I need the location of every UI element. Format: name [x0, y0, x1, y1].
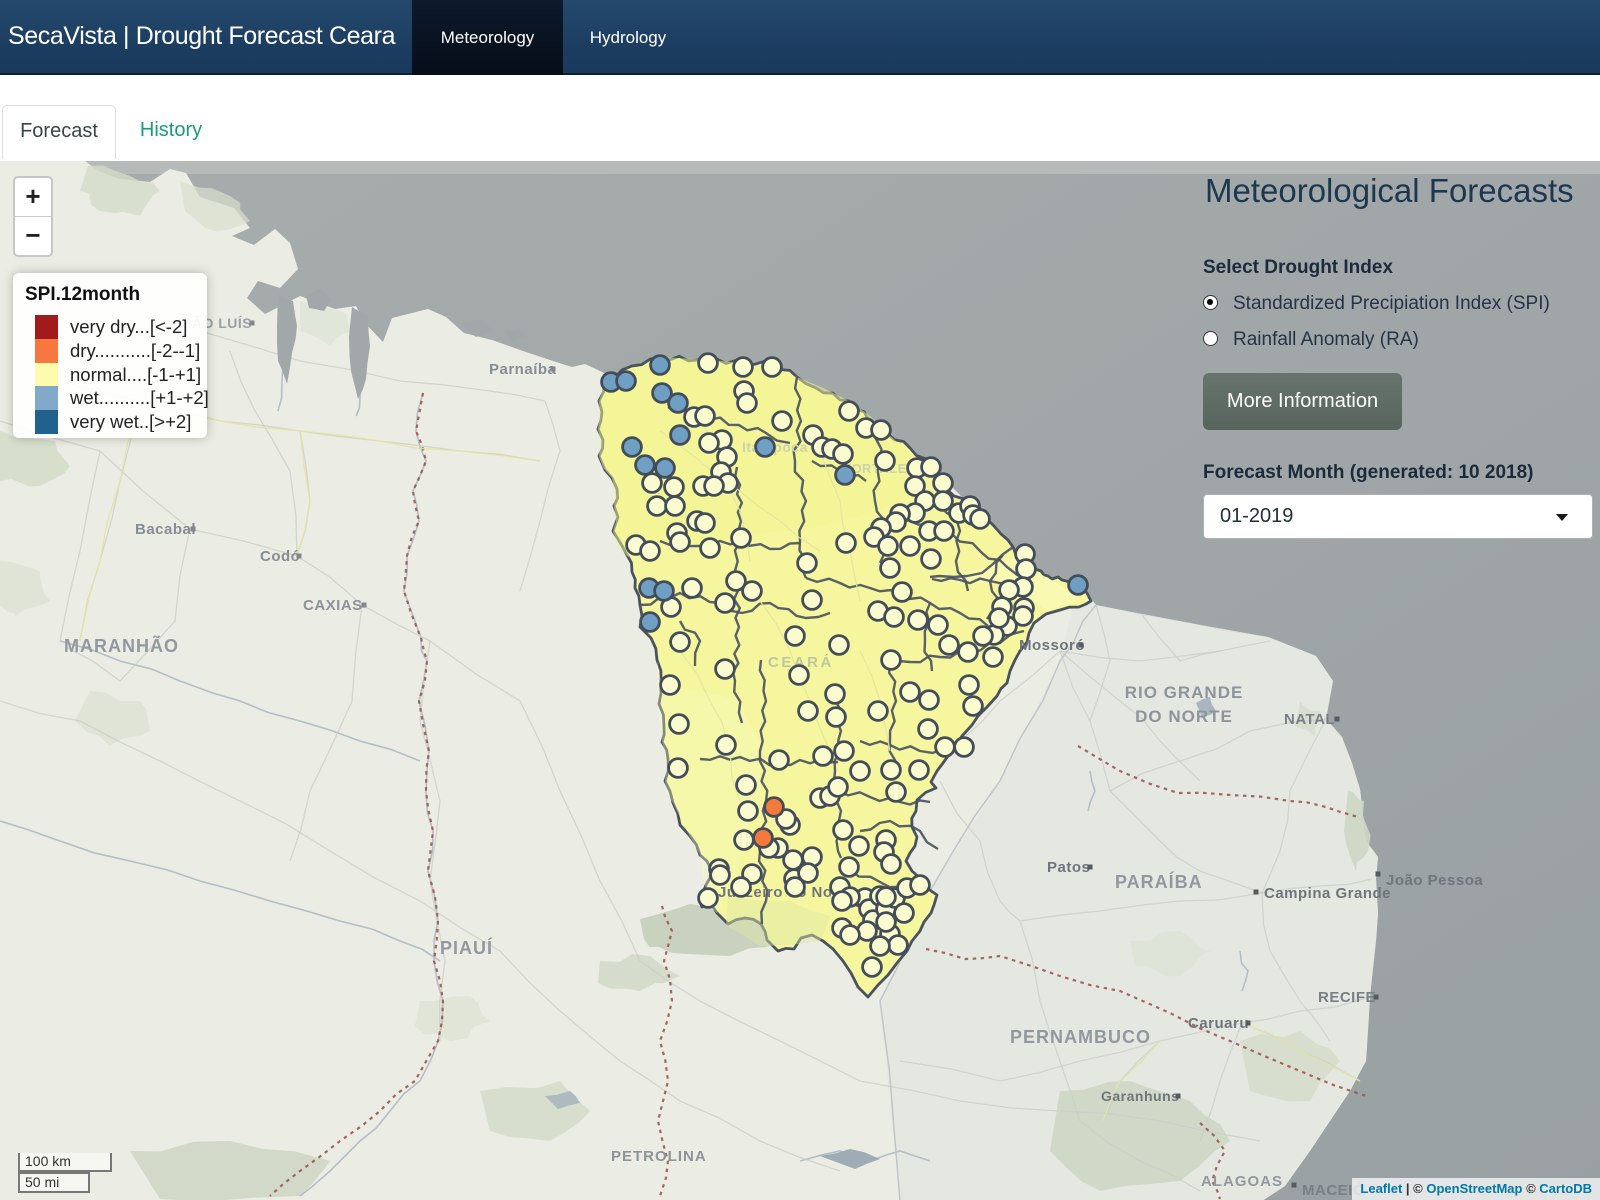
svg-text:PETROLINA: PETROLINA — [611, 1148, 707, 1165]
svg-text:RECIFE: RECIFE — [1318, 989, 1376, 1006]
svg-text:Mossoró: Mossoró — [1019, 637, 1085, 654]
svg-text:Parnaíba: Parnaíba — [489, 361, 557, 378]
svg-text:Bacabal: Bacabal — [135, 521, 196, 538]
svg-text:CAXIAS: CAXIAS — [303, 597, 363, 614]
svg-text:ALAGOAS: ALAGOAS — [1201, 1173, 1283, 1190]
svg-text:RIO GRANDE: RIO GRANDE — [1125, 683, 1244, 702]
svg-text:MARANHÃO: MARANHÃO — [64, 635, 179, 656]
svg-text:Caruaru: Caruaru — [1188, 1015, 1249, 1032]
svg-text:Garanhuns: Garanhuns — [1101, 1088, 1179, 1104]
svg-text:Codó: Codó — [260, 548, 300, 565]
svg-text:Campina Grande: Campina Grande — [1264, 885, 1391, 902]
svg-text:PIAUÍ: PIAUÍ — [440, 937, 493, 958]
svg-text:PERNAMBUCO: PERNAMBUCO — [1010, 1027, 1151, 1047]
svg-text:NATAL: NATAL — [1284, 711, 1335, 728]
svg-text:Patos: Patos — [1047, 859, 1090, 876]
svg-text:João Pessoa: João Pessoa — [1386, 872, 1483, 889]
svg-text:DO NORTE: DO NORTE — [1135, 707, 1233, 726]
svg-text:PARAÍBA: PARAÍBA — [1115, 871, 1203, 892]
